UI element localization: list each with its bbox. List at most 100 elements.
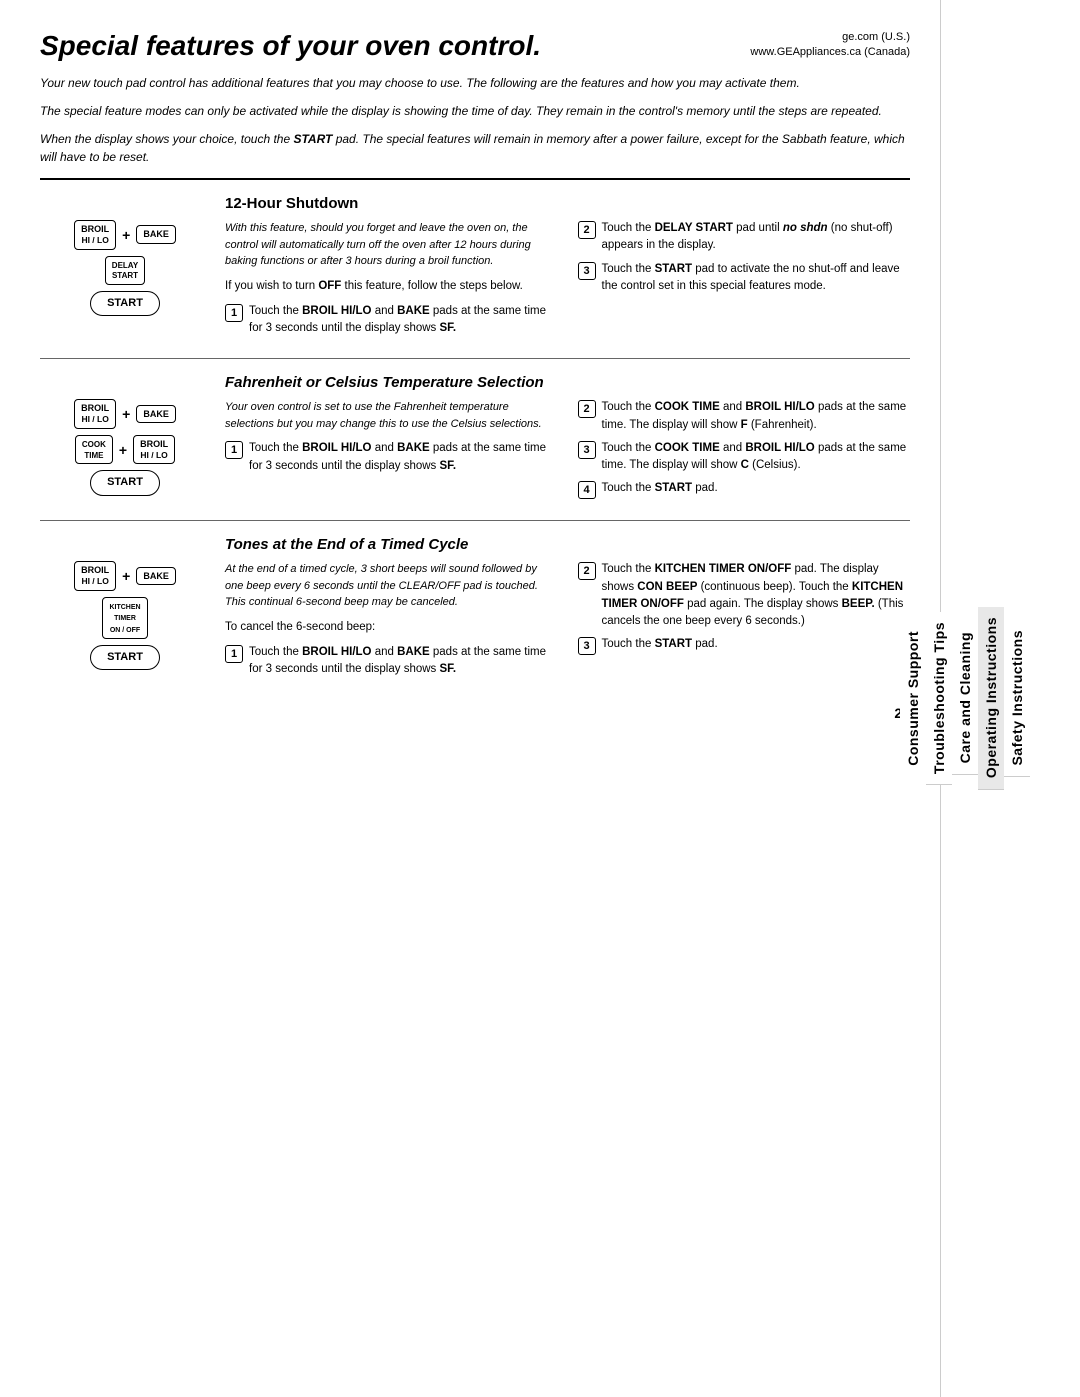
diagram-tones-row2: KITCHENTIMERON / OFF: [102, 597, 147, 639]
section-12hour-cols: With this feature, should you forget and…: [225, 220, 910, 343]
plus-3: +: [119, 442, 127, 458]
diagram-temp-row1: BROILHI / LO + BAKE: [74, 399, 176, 429]
section-temp-heading: Fahrenheit or Celsius Temperature Select…: [225, 374, 910, 391]
step4-temp-text: Touch the START pad.: [602, 480, 911, 497]
section-temp-desc: Your oven control is set to use the Fahr…: [225, 399, 558, 432]
step3-temp-text: Touch the COOK TIME and BROIL HI/LO pads…: [602, 440, 911, 475]
step3-12hour: 3 Touch the START pad to activate the no…: [578, 261, 911, 296]
step1-temp-text: Touch the BROIL HI/LO and BAKE pads at t…: [249, 440, 558, 475]
step2-tones-text: Touch the KITCHEN TIMER ON/OFF pad. The …: [602, 561, 911, 630]
bake-pad-1: BAKE: [136, 225, 176, 244]
step2-tones: 2 Touch the KITCHEN TIMER ON/OFF pad. Th…: [578, 561, 911, 630]
step3-tones-text: Touch the START pad.: [602, 636, 911, 653]
start-pad-2: START: [90, 470, 160, 495]
sidebar-consumer: Consumer Support: [900, 621, 926, 776]
step3-tones: 3 Touch the START pad.: [578, 636, 911, 655]
plus-4: +: [122, 568, 130, 584]
diagram-temp-row3: START: [90, 470, 160, 495]
sidebar-operating-label: Operating Instructions: [983, 617, 999, 778]
section-temp-left: Your oven control is set to use the Fahr…: [225, 399, 558, 505]
sidebar-safety: Safety Instructions: [1004, 620, 1030, 777]
intro-para-2: The special feature modes can only be ac…: [40, 102, 910, 120]
section-12hour-desc: With this feature, should you forget and…: [225, 220, 558, 270]
sidebar-troubleshooting: Troubleshooting Tips: [926, 612, 952, 785]
section-tones-content: Tones at the End of a Timed Cycle At the…: [225, 536, 910, 684]
step-num-2: 2: [578, 221, 596, 239]
step2-temp: 2 Touch the COOK TIME and BROIL HI/LO pa…: [578, 399, 911, 434]
section-temp: BROILHI / LO + BAKE COOKTIME + BROILHI /…: [40, 358, 910, 505]
section-tones-desc: At the end of a timed cycle, 3 short bee…: [225, 561, 558, 611]
page-title: Special features of your oven control.: [40, 30, 541, 62]
diagram-tones: BROILHI / LO + BAKE KITCHENTIMERON / OFF…: [40, 536, 210, 684]
section-12hour-right: 2 Touch the DELAY START pad until no shd…: [578, 220, 911, 343]
diagram-tones-row3: START: [90, 645, 160, 670]
delay-start-pad: DELAYSTART: [105, 256, 145, 286]
cook-time-pad: COOKTIME: [75, 435, 113, 465]
broil-pad-3: BROILHI / LO: [133, 435, 175, 465]
section-tones-cols: At the end of a timed cycle, 3 short bee…: [225, 561, 910, 684]
step-tones-num-3: 3: [578, 637, 596, 655]
section-temp-content: Fahrenheit or Celsius Temperature Select…: [225, 374, 910, 505]
step1-tones-text: Touch the BROIL HI/LO and BAKE pads at t…: [249, 644, 558, 679]
sidebar-safety-label: Safety Instructions: [1009, 630, 1025, 766]
step-tones-num-1: 1: [225, 645, 243, 663]
diagram-temp-row2: COOKTIME + BROILHI / LO: [75, 435, 175, 465]
step2-12hour: 2 Touch the DELAY START pad until no shd…: [578, 220, 911, 255]
broil-pad-1: BROILHI / LO: [74, 220, 116, 250]
section-12hour-left: With this feature, should you forget and…: [225, 220, 558, 343]
section-12hour: BROILHI / LO + BAKE DELAYSTART START 12-…: [40, 178, 910, 343]
intro-para-1: Your new touch pad control has additiona…: [40, 74, 910, 92]
diagram-row2: DELAYSTART: [105, 256, 145, 286]
bake-pad-2: BAKE: [136, 405, 176, 424]
cancel-text: To cancel the 6-second beep:: [225, 619, 558, 636]
section-tones: BROILHI / LO + BAKE KITCHENTIMERON / OFF…: [40, 520, 910, 684]
step-num-3: 3: [578, 262, 596, 280]
off-bold: OFF: [318, 280, 341, 292]
website-ca: www.GEAppliances.ca (Canada): [750, 45, 910, 60]
section-tones-heading: Tones at the End of a Timed Cycle: [225, 536, 910, 553]
step4-temp: 4 Touch the START pad.: [578, 480, 911, 499]
website-us: ge.com (U.S.): [750, 30, 910, 45]
sidebar-operating: Operating Instructions: [978, 607, 1004, 789]
section-temp-right: 2 Touch the COOK TIME and BROIL HI/LO pa…: [578, 399, 911, 505]
section-12hour-content: 12-Hour Shutdown With this feature, shou…: [225, 195, 910, 343]
sidebar-consumer-label: Consumer Support: [905, 631, 921, 766]
step-temp-num-2: 2: [578, 400, 596, 418]
step-temp-num-1: 1: [225, 441, 243, 459]
sidebar-troubleshooting-label: Troubleshooting Tips: [931, 622, 947, 774]
website-info: ge.com (U.S.) www.GEAppliances.ca (Canad…: [750, 30, 910, 61]
page-number-area: 27: [40, 705, 910, 721]
sidebar-care: Care and Cleaning: [952, 622, 978, 774]
intro-para-3: When the display shows your choice, touc…: [40, 130, 910, 166]
broil-pad-2: BROILHI / LO: [74, 399, 116, 429]
diagram-temp: BROILHI / LO + BAKE COOKTIME + BROILHI /…: [40, 374, 210, 505]
step-tones-num-2: 2: [578, 562, 596, 580]
page-header: Special features of your oven control. g…: [40, 30, 910, 62]
kitchen-timer-pad: KITCHENTIMERON / OFF: [102, 597, 147, 639]
off-instruction: If you wish to turn OFF this feature, fo…: [225, 278, 558, 295]
step-num-1: 1: [225, 304, 243, 322]
bake-pad-3: BAKE: [136, 567, 176, 586]
section-tones-left: At the end of a timed cycle, 3 short bee…: [225, 561, 558, 684]
sidebar: Safety Instructions Operating Instructio…: [940, 0, 1030, 1397]
diagram-row1: BROILHI / LO + BAKE: [74, 220, 176, 250]
section-12hour-heading: 12-Hour Shutdown: [225, 195, 910, 212]
start-pad-1: START: [90, 291, 160, 316]
step1-temp: 1 Touch the BROIL HI/LO and BAKE pads at…: [225, 440, 558, 475]
plus-1: +: [122, 227, 130, 243]
step-temp-num-3: 3: [578, 441, 596, 459]
section-temp-cols: Your oven control is set to use the Fahr…: [225, 399, 910, 505]
step1-12hour: 1 Touch the BROIL HI/LO and BAKE pads at…: [225, 303, 558, 338]
step1-text: Touch the BROIL HI/LO and BAKE pads at t…: [249, 303, 558, 338]
sidebar-care-label: Care and Cleaning: [957, 632, 973, 763]
diagram-row3: START: [90, 291, 160, 316]
plus-2: +: [122, 406, 130, 422]
step2-text: Touch the DELAY START pad until no shdn …: [602, 220, 911, 255]
broil-pad-4: BROILHI / LO: [74, 561, 116, 591]
step1-tones: 1 Touch the BROIL HI/LO and BAKE pads at…: [225, 644, 558, 679]
diagram-tones-row1: BROILHI / LO + BAKE: [74, 561, 176, 591]
main-content: Special features of your oven control. g…: [0, 0, 940, 1397]
step2-temp-text: Touch the COOK TIME and BROIL HI/LO pads…: [602, 399, 911, 434]
step3-text: Touch the START pad to activate the no s…: [602, 261, 911, 296]
start-pad-3: START: [90, 645, 160, 670]
